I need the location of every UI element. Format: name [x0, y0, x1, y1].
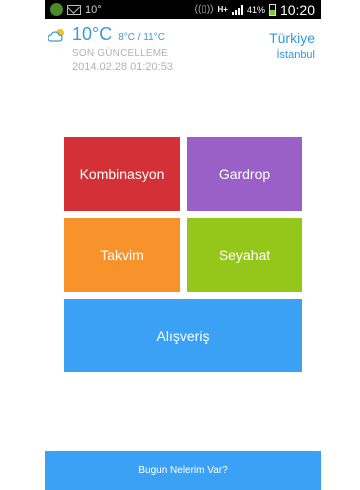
status-temperature: 10°	[85, 3, 102, 16]
current-temperature: 10°C	[72, 24, 113, 44]
weather-row: 10°C 8°C / 11°C	[48, 24, 173, 45]
status-bar-right: ((▯)) H+ 41% 10:20	[195, 2, 321, 18]
takvim-label: Takvim	[100, 247, 144, 263]
kombinasyon-label: Kombinasyon	[79, 166, 165, 182]
alisveris-label: Alışveriş	[156, 327, 210, 344]
weather-widget[interactable]: 10°C 8°C / 11°C SON GÜNCELLEME 2014.02.2…	[48, 24, 173, 73]
seyahat-label: Seyahat	[218, 247, 271, 263]
partly-cloudy-icon	[48, 29, 64, 42]
bugun-nelerim-var-label: Bugun Nelerim Var?	[138, 465, 228, 476]
vibrate-icon: ((▯))	[194, 4, 214, 15]
last-updated-label: SON GÜNCELLEME	[72, 48, 169, 59]
status-time: 10:20	[279, 1, 315, 18]
status-bar-left: 10°	[45, 3, 102, 16]
mail-icon	[67, 4, 81, 15]
notification-app-icon	[50, 3, 63, 16]
battery-percent: 41%	[246, 4, 265, 15]
alisveris-tile[interactable]: Alışveriş	[64, 299, 302, 372]
gardrop-label: Gardrop	[218, 166, 271, 182]
status-bar: 10° ((▯)) H+ 41% 10:20	[45, 0, 321, 19]
bugun-nelerim-var-button[interactable]: Bugun Nelerim Var?	[45, 451, 321, 490]
seyahat-tile[interactable]: Seyahat	[187, 218, 302, 292]
battery-icon	[268, 3, 276, 16]
kombinasyon-tile[interactable]: Kombinasyon	[64, 137, 180, 211]
last-updated-time: 2014.02.28 01:20:53	[72, 61, 173, 73]
location[interactable]: Türkiye İstanbul	[269, 30, 315, 61]
gardrop-tile[interactable]: Gardrop	[187, 137, 302, 211]
takvim-tile[interactable]: Takvim	[64, 218, 180, 292]
temperature-range: 8°C / 11°C	[118, 32, 165, 43]
signal-icon	[231, 4, 243, 15]
location-city: İstanbul	[276, 49, 315, 61]
location-country: Türkiye	[269, 30, 315, 46]
network-type: H+	[217, 4, 228, 14]
